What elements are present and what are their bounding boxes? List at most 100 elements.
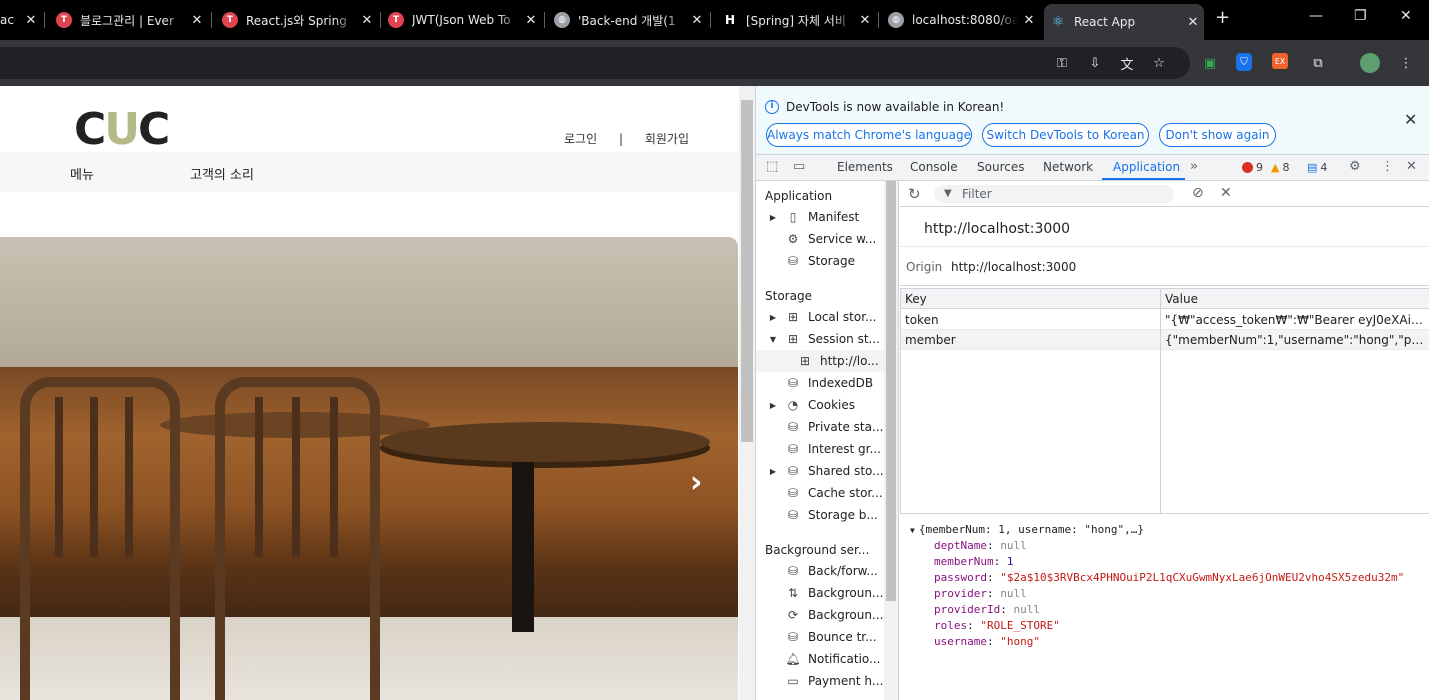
bitwarden-icon[interactable]: ⛉ xyxy=(1236,53,1252,71)
sidebar-item-interest-groups[interactable]: ⛁ Interest gr... xyxy=(756,438,884,460)
sidebar-item-service-workers[interactable]: ⚙ Service w... xyxy=(756,228,884,250)
sidebar-item-background-sync[interactable]: ⟳ Backgroun... xyxy=(756,604,884,626)
language-infobar: i DevTools is now available in Korean! A… xyxy=(756,86,1429,155)
match-language-button[interactable]: Always match Chrome's language xyxy=(766,123,972,147)
slider-next-arrow[interactable]: › xyxy=(690,465,702,500)
message-count[interactable]: ▤ 4 xyxy=(1307,161,1327,174)
new-tab-button[interactable]: + xyxy=(1215,7,1230,28)
sidebar-item-manifest[interactable]: ▶ ▯ Manifest xyxy=(756,206,884,228)
extension-green-icon[interactable]: ▣ xyxy=(1200,53,1220,73)
kebab-menu-icon[interactable]: ⋮ xyxy=(1381,159,1394,174)
browser-tab[interactable]: T React.js와 Spring ✕ xyxy=(216,4,378,36)
tab-title: [Spring] 자체 서비 xyxy=(746,13,846,28)
column-header-value[interactable]: Value xyxy=(1165,292,1198,306)
sidebar-item-background-fetch[interactable]: ⇅ Backgroun... xyxy=(756,582,884,604)
sidebar-item-storage-buckets[interactable]: ⛁ Storage b... xyxy=(756,504,884,526)
extension-ex-icon[interactable]: EX xyxy=(1272,53,1288,69)
tab-title: React.js와 Spring xyxy=(246,13,347,28)
storage-view: ↻ ▼ Filter ⊘ ✕ http://localhost:3000 Orig… xyxy=(900,181,1429,700)
close-icon[interactable]: ✕ xyxy=(20,13,42,28)
sidebar-item-session-storage[interactable]: ▼ ⊞ Session st... xyxy=(756,328,884,350)
table-row-key[interactable]: member xyxy=(905,333,1155,347)
browser-tab[interactable]: ◍ 'Back-end 개발(1 ✕ xyxy=(548,4,708,36)
sidebar-item-session-origin[interactable]: ⊞ http://lo... xyxy=(756,350,884,372)
signup-link[interactable]: 회원가입 xyxy=(645,132,689,146)
section-application: Application xyxy=(765,189,833,203)
nav-item-menu[interactable]: 메뉴 xyxy=(70,164,94,183)
login-link[interactable]: 로그인 xyxy=(564,132,597,146)
tab-elements[interactable]: Elements xyxy=(837,160,893,174)
browser-tab[interactable]: ac ✕ xyxy=(0,4,42,36)
sidebar-item-cache-storage[interactable]: ⛁ Cache stor... xyxy=(756,482,884,504)
devtools-panel: i DevTools is now available in Korean! A… xyxy=(755,86,1429,700)
sidebar-item-indexeddb[interactable]: ⛁ IndexedDB xyxy=(756,372,884,394)
minimize-button[interactable]: — xyxy=(1309,8,1323,24)
close-icon[interactable]: ✕ xyxy=(686,13,708,28)
tab-network[interactable]: Network xyxy=(1043,160,1093,174)
inspect-icon[interactable]: ⬚ xyxy=(766,159,778,174)
window-close-button[interactable]: ✕ xyxy=(1400,8,1412,24)
browser-tab[interactable]: T JWT(Json Web To ✕ xyxy=(382,4,542,36)
warning-count[interactable]: ▲ 8 xyxy=(1271,161,1289,174)
tab-sources[interactable]: Sources xyxy=(977,160,1024,174)
sidebar-item-payment-handler[interactable]: ▭ Payment h... xyxy=(756,670,884,692)
tab-console[interactable]: Console xyxy=(910,160,958,174)
nav-item-voice[interactable]: 고객의 소리 xyxy=(190,164,254,183)
sidebar-scrollbar[interactable] xyxy=(884,181,898,700)
sidebar-item-notifications[interactable]: 🔔︎ Notificatio... xyxy=(756,648,884,670)
filter-input[interactable]: ▼ Filter xyxy=(934,185,1174,203)
tistory-icon: T xyxy=(388,12,404,28)
sidebar-item-local-storage[interactable]: ▶ ⊞ Local stor... xyxy=(756,306,884,328)
device-toolbar-icon[interactable]: ▭ xyxy=(793,159,805,174)
address-bar[interactable] xyxy=(0,47,1190,79)
tab-title: React App xyxy=(1074,15,1136,29)
delete-selected-icon[interactable]: ✕ xyxy=(1220,185,1232,201)
close-icon[interactable]: ✕ xyxy=(356,13,378,28)
site-logo[interactable]: CUC xyxy=(74,104,170,155)
sidebar-item-shared-storage[interactable]: ▶ ⛁ Shared sto... xyxy=(756,460,884,482)
sidebar-item-private-state[interactable]: ⛁ Private sta... xyxy=(756,416,884,438)
sidebar-item-back-forward[interactable]: ⛁ Back/forw... xyxy=(756,560,884,582)
sidebar-item-bounce-tracking[interactable]: ⛁ Bounce tr... xyxy=(756,626,884,648)
table-row-key[interactable]: token xyxy=(905,313,1155,327)
maximize-button[interactable]: ❐ xyxy=(1354,8,1367,24)
avatar[interactable] xyxy=(1360,53,1380,73)
bookmark-star-icon[interactable]: ☆ xyxy=(1149,53,1169,73)
browser-tab[interactable]: H [Spring] 자체 서비 ✕ xyxy=(716,4,876,36)
sidebar-item-storage[interactable]: ⛁ Storage xyxy=(756,250,884,272)
globe-icon: ◍ xyxy=(554,12,570,28)
dont-show-button[interactable]: Don't show again xyxy=(1159,123,1276,147)
sidebar-item-cookies[interactable]: ▶ ◔ Cookies xyxy=(756,394,884,416)
storage-table: Key Value token "{₩"access_token₩":₩"Bea… xyxy=(900,288,1429,514)
browser-tab-active[interactable]: ⚛ React App ✕ xyxy=(1044,4,1204,40)
settings-icon[interactable]: ⚙ xyxy=(1349,159,1361,174)
close-devtools-icon[interactable]: ✕ xyxy=(1406,159,1417,174)
menu-icon[interactable]: ⋮ xyxy=(1396,53,1416,73)
tab-application[interactable]: Application xyxy=(1113,160,1180,174)
browser-tab[interactable]: ◍ localhost:8080/oa ✕ xyxy=(882,4,1040,36)
key-icon[interactable]: ⚿ xyxy=(1052,53,1072,73)
close-icon[interactable]: ✕ xyxy=(1182,15,1204,30)
close-icon[interactable]: ✕ xyxy=(186,13,208,28)
page-scrollbar[interactable] xyxy=(739,86,755,700)
switch-korean-button[interactable]: Switch DevTools to Korean xyxy=(982,123,1149,147)
error-count[interactable]: 9 xyxy=(1242,161,1263,174)
clear-all-icon[interactable]: ⊘ xyxy=(1192,185,1204,201)
refresh-icon[interactable]: ↻ xyxy=(908,185,921,203)
close-icon[interactable]: ✕ xyxy=(520,13,542,28)
install-app-icon[interactable]: ⇩ xyxy=(1085,53,1105,73)
browser-tab[interactable]: T 블로그관리 | Ever ✕ xyxy=(50,4,208,36)
table-row-value[interactable]: {"memberNum":1,"username":"hong","passw.… xyxy=(1165,333,1425,347)
close-icon[interactable]: ✕ xyxy=(854,13,876,28)
column-header-key[interactable]: Key xyxy=(905,292,927,306)
close-icon[interactable]: ✕ xyxy=(1018,13,1040,28)
close-icon[interactable]: ✕ xyxy=(1404,110,1417,129)
table-row-value[interactable]: "{₩"access_token₩":₩"Bearer eyJ0eXAiOiJK… xyxy=(1165,313,1425,327)
puzzle-icon[interactable]: ⧉ xyxy=(1308,53,1328,73)
web-page: CUC 로그인 | 회원가입 메뉴 고객의 소리 › xyxy=(0,86,739,700)
preview-summary[interactable]: ▼ {memberNum: 1, username: "hong",…} xyxy=(910,523,1144,536)
translate-icon[interactable]: 文 xyxy=(1117,53,1137,73)
error-icon xyxy=(1242,162,1253,173)
preview-field: username: "hong" xyxy=(934,635,1040,648)
more-tabs-icon[interactable]: » xyxy=(1190,159,1198,174)
